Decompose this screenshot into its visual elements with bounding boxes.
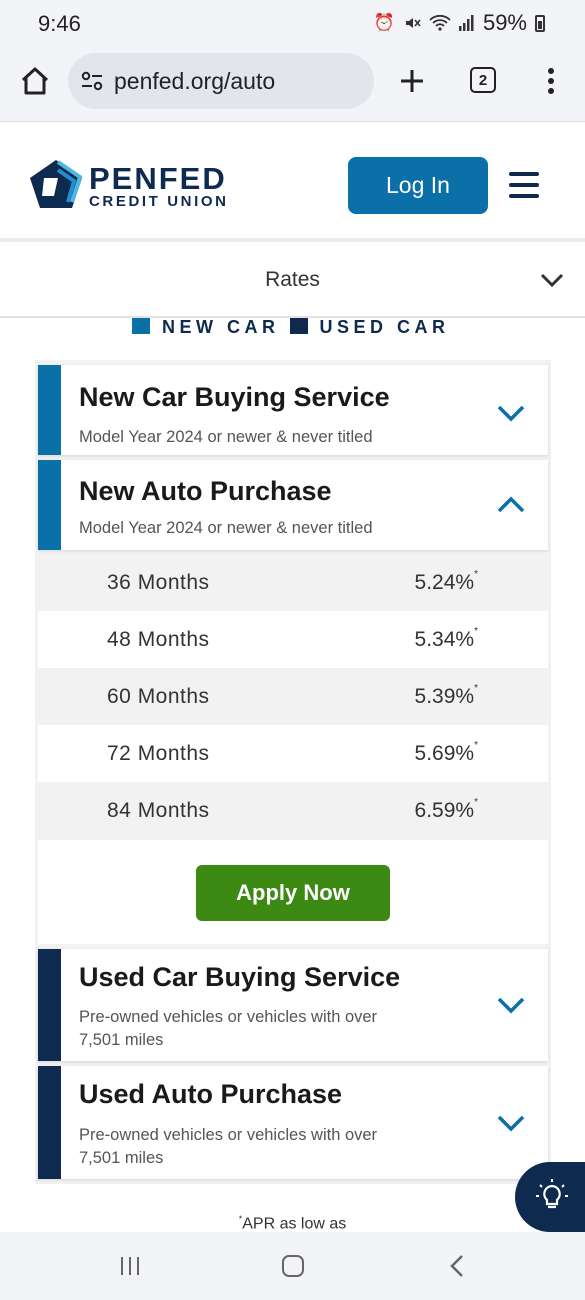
rate-row: 72 Months 5.69%*: [38, 725, 548, 782]
mute-icon: [405, 18, 421, 28]
help-button[interactable]: [515, 1162, 585, 1232]
loan-products-card: New Car Buying Service Model Year 2024 o…: [35, 360, 551, 1184]
rate-term: 60 Months: [107, 685, 210, 708]
product-row-new-car-buying-service[interactable]: New Car Buying Service Model Year 2024 o…: [38, 365, 548, 455]
alarm-icon: ⏰: [373, 13, 395, 32]
lightbulb-icon: [536, 1179, 568, 1209]
logo-subtitle: CREDIT UNION: [89, 193, 229, 210]
product-subtitle-line1: Pre-owned vehicles or vehicles with over: [79, 1126, 378, 1144]
apr-footnote: *APR as low as: [0, 1214, 585, 1233]
legend-item-used-car: USED CAR: [289, 314, 450, 334]
product-title: New Auto Purchase: [79, 476, 332, 506]
rate-value: 5.24%*: [414, 569, 478, 595]
product-color-bar: [38, 1066, 61, 1179]
logo-wordmark[interactable]: PENFED: [89, 163, 227, 194]
product-title: Used Car Buying Service: [79, 962, 401, 992]
rate-apr: 6.59%: [414, 799, 475, 822]
product-title: New Car Buying Service: [79, 382, 390, 412]
chevron-down-icon[interactable]: [496, 995, 526, 1015]
rate-term: 84 Months: [107, 799, 210, 822]
status-icons: ⏰ 59%: [374, 10, 545, 36]
legend-swatch: [132, 318, 150, 334]
status-time: 9:46: [38, 11, 81, 36]
rate-value: 5.69%*: [414, 740, 478, 766]
battery-icon: [535, 14, 545, 32]
site-settings-icon[interactable]: [80, 70, 104, 92]
legend-swatch: [289, 318, 308, 334]
rate-apr: 5.24%: [414, 571, 475, 594]
legend-label: NEW CAR: [162, 317, 280, 334]
product-subtitle: Model Year 2024 or newer & never titled: [79, 428, 373, 446]
apply-now-button[interactable]: Apply Now: [196, 865, 390, 921]
footnote-text: APR as low as: [242, 1215, 347, 1233]
status-bar: 9:46 ⏰ 59%: [0, 0, 585, 48]
back-icon[interactable]: [449, 1254, 465, 1278]
home-button-icon[interactable]: [282, 1255, 304, 1277]
browser-toolbar: penfed.org/auto 2: [0, 48, 585, 122]
rate-row: 84 Months 6.59%*: [38, 782, 548, 839]
rate-row: 60 Months 5.39%*: [38, 668, 548, 725]
rate-apr: 5.34%: [414, 628, 475, 651]
rates-dropdown[interactable]: Rates: [0, 246, 585, 318]
apply-section: Apply Now: [38, 840, 548, 944]
product-title: Used Auto Purchase: [79, 1079, 343, 1109]
signal-icon: [458, 15, 474, 31]
product-row-used-auto-purchase[interactable]: Used Auto Purchase Pre-owned vehicles or…: [38, 1066, 548, 1179]
product-subtitle-line2: 7,501 miles: [79, 1149, 164, 1167]
rate-row: 48 Months 5.34%*: [38, 611, 548, 668]
rate-apr: 5.39%: [414, 685, 475, 708]
hamburger-menu-icon[interactable]: [509, 172, 539, 198]
product-color-bar: [38, 949, 61, 1061]
product-color-bar: [38, 365, 61, 455]
battery-percent: 59%: [482, 10, 527, 35]
footnote-mark: *: [474, 797, 478, 808]
legend-label: USED CAR: [319, 317, 450, 334]
footnote-mark: *: [474, 683, 478, 694]
address-bar[interactable]: penfed.org/auto: [68, 53, 374, 109]
recent-apps-icon[interactable]: [119, 1256, 141, 1276]
rate-legend: NEW CAR USED CAR: [132, 314, 460, 334]
rate-row: 36 Months 5.24%*: [38, 554, 548, 611]
footnote-mark: *: [474, 740, 478, 751]
footnote-mark: *: [474, 569, 478, 580]
rate-value: 6.59%*: [414, 797, 478, 823]
chevron-down-icon[interactable]: [496, 403, 526, 423]
more-options-icon[interactable]: [547, 67, 555, 95]
chevron-down-icon[interactable]: [496, 1113, 526, 1133]
product-row-used-car-buying-service[interactable]: Used Car Buying Service Pre-owned vehicl…: [38, 949, 548, 1061]
rate-apr: 5.69%: [414, 742, 475, 765]
login-button[interactable]: Log In: [348, 157, 488, 214]
system-navigation-bar: [0, 1232, 585, 1300]
home-icon[interactable]: [20, 66, 50, 96]
rate-value: 5.39%*: [414, 683, 478, 709]
tab-switcher-button[interactable]: 2: [470, 67, 496, 93]
product-subtitle-line1: Pre-owned vehicles or vehicles with over: [79, 1008, 378, 1026]
rates-dropdown-label: Rates: [265, 268, 320, 291]
rate-term: 36 Months: [107, 571, 210, 594]
rate-value: 5.34%*: [414, 626, 478, 652]
chevron-up-icon[interactable]: [496, 495, 526, 515]
product-subtitle: Model Year 2024 or newer & never titled: [79, 519, 373, 537]
chevron-down-icon[interactable]: [540, 272, 564, 288]
product-color-bar: [38, 460, 61, 550]
product-row-new-auto-purchase[interactable]: New Auto Purchase Model Year 2024 or new…: [38, 460, 548, 550]
penfed-logo-icon[interactable]: [28, 158, 84, 210]
new-tab-icon[interactable]: [398, 67, 426, 95]
wifi-icon: [429, 14, 451, 31]
legend-item-new-car: NEW CAR: [132, 314, 280, 334]
rate-term: 72 Months: [107, 742, 210, 765]
url-text[interactable]: penfed.org/auto: [114, 68, 275, 95]
site-header: PENFED CREDIT UNION Log In: [0, 122, 585, 242]
rate-term: 48 Months: [107, 628, 210, 651]
product-subtitle-line2: 7,501 miles: [79, 1031, 164, 1049]
footnote-mark: *: [474, 626, 478, 637]
